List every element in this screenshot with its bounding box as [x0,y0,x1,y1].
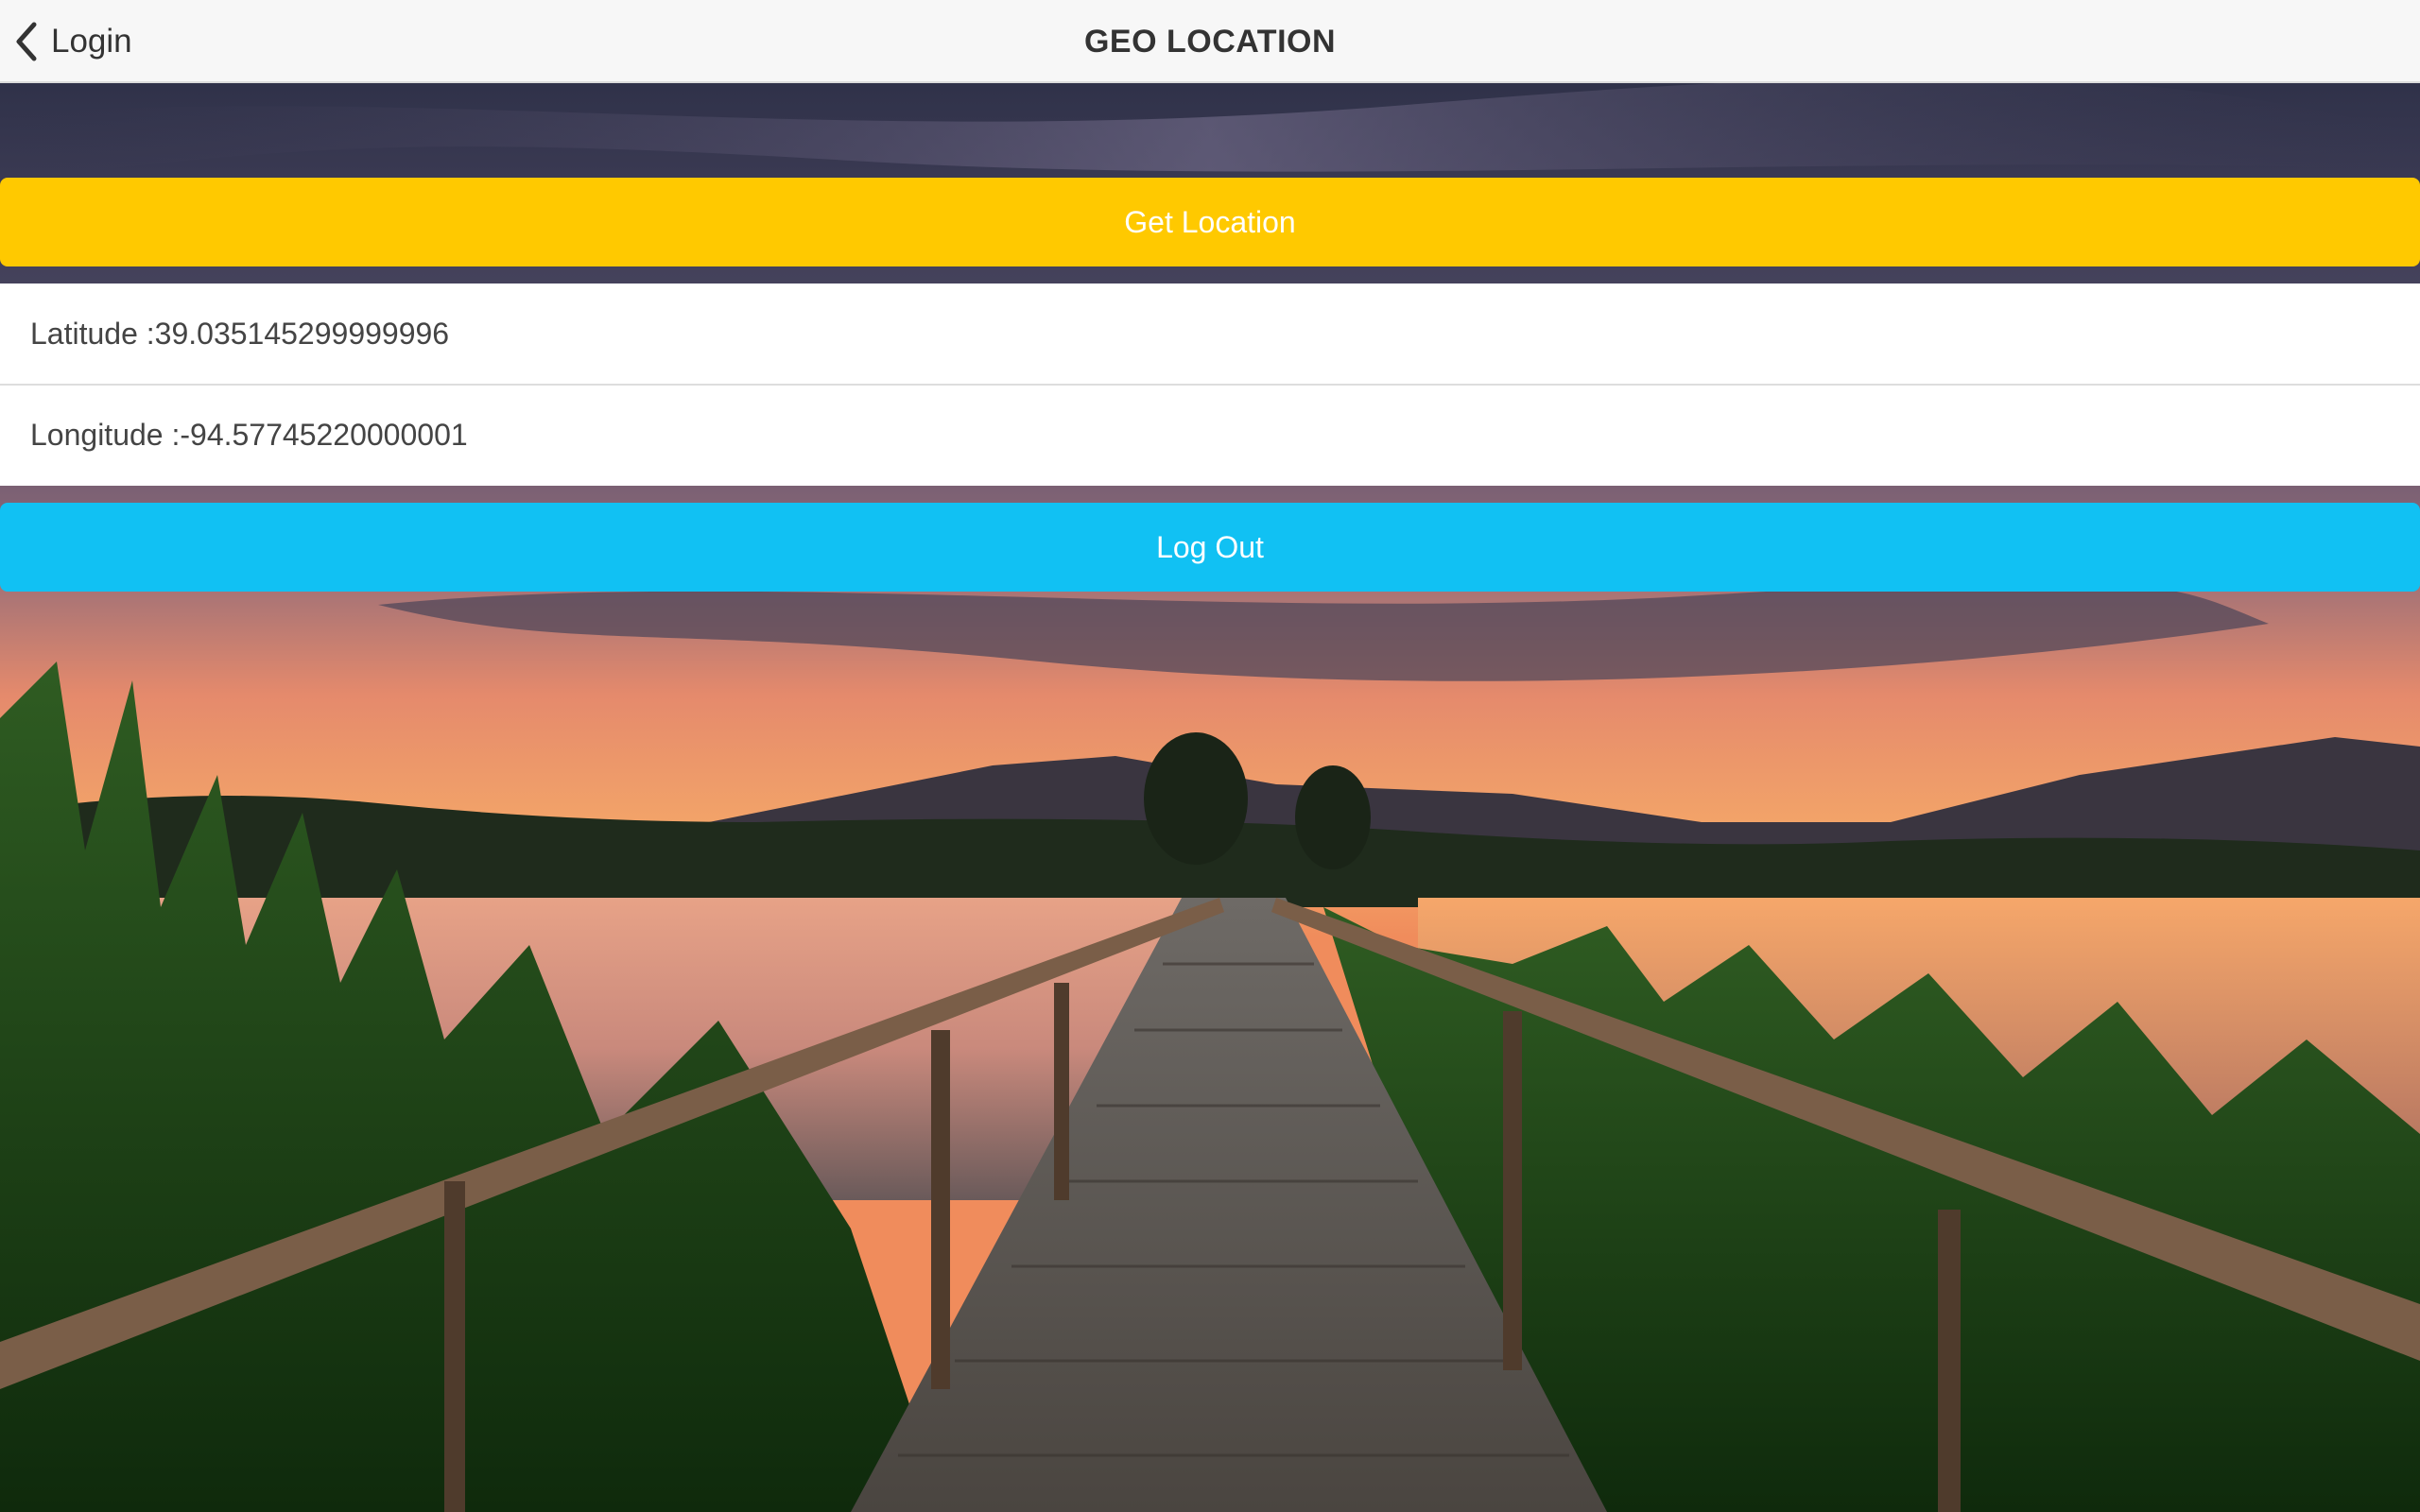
logout-button[interactable]: Log Out [0,503,2420,592]
get-location-button[interactable]: Get Location [0,178,2420,266]
longitude-item: Longitude :-94.57745220000001 [0,384,2420,484]
location-list: Latitude :39.035145299999996 Longitude :… [0,284,2420,486]
logout-button-label: Log Out [1156,529,1264,564]
page-title: GEO LOCATION [1083,24,1337,60]
get-location-button-label: Get Location [1124,204,1296,239]
app-screen: Login GEO LOCATION Get Location Latitude… [0,0,2420,1512]
latitude-item: Latitude :39.035145299999996 [0,284,2420,384]
nav-bar: Login GEO LOCATION [0,0,2420,83]
latitude-text: Latitude :39.035145299999996 [30,316,450,351]
longitude-text: Longitude :-94.57745220000001 [30,417,468,452]
